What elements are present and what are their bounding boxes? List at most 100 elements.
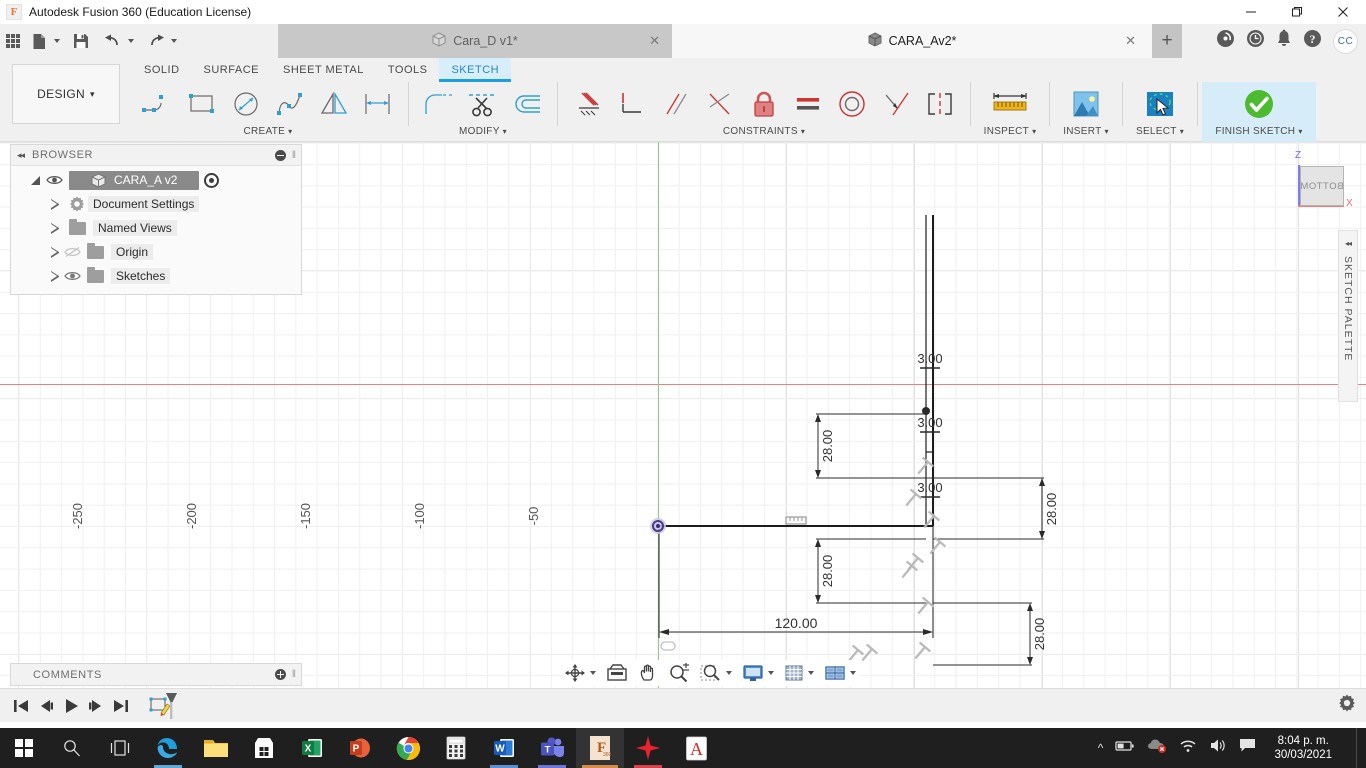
- collinear-icon[interactable]: [610, 83, 654, 125]
- expand-triangle-icon[interactable]: [51, 198, 60, 210]
- coincident-icon[interactable]: [566, 83, 610, 125]
- new-tab-button[interactable]: +: [1152, 24, 1182, 58]
- word-app[interactable]: W: [480, 728, 528, 768]
- wifi-icon[interactable]: [1179, 739, 1197, 758]
- antivirus-app[interactable]: [624, 728, 672, 768]
- add-comment-icon[interactable]: [274, 669, 286, 680]
- comments-panel[interactable]: COMMENTS ‖: [10, 663, 302, 686]
- expand-triangle-icon[interactable]: [51, 222, 60, 234]
- offset-icon[interactable]: [505, 83, 549, 125]
- powerpoint-app[interactable]: P: [336, 728, 384, 768]
- chrome-app[interactable]: [384, 728, 432, 768]
- browser-grip-icon[interactable]: ‖: [292, 150, 296, 161]
- step-back-icon[interactable]: [33, 689, 58, 723]
- start-button[interactable]: [0, 728, 48, 768]
- workspace-switcher-design[interactable]: DESIGN ▾: [12, 64, 120, 124]
- comments-grip-icon[interactable]: ‖: [292, 669, 296, 680]
- fillet-icon[interactable]: [417, 83, 461, 125]
- file-explorer-app[interactable]: [192, 728, 240, 768]
- visibility-eye-off-icon[interactable]: [64, 246, 81, 258]
- zoom-window-caret-icon[interactable]: [726, 671, 732, 675]
- circle-icon[interactable]: [224, 83, 268, 125]
- grid-snap-icon[interactable]: [782, 661, 806, 685]
- perpendicular-icon[interactable]: [698, 83, 742, 125]
- panel-modify-label[interactable]: MODIFY ▾: [413, 126, 553, 140]
- sketch-canvas[interactable]: -250 -200 -150 -100 -50 3.00 3.00 3.00 2…: [0, 142, 1366, 688]
- mirror-icon[interactable]: [312, 83, 356, 125]
- show-desktop-button[interactable]: [1356, 728, 1362, 768]
- go-to-beginning-icon[interactable]: [8, 689, 33, 723]
- sketch-palette-tab[interactable]: ◂◂ SKETCH PALETTE: [1338, 230, 1358, 402]
- play-icon[interactable]: [58, 689, 83, 723]
- browser-item-origin[interactable]: Origin: [11, 240, 301, 264]
- redo-icon[interactable]: [143, 24, 169, 58]
- visibility-eye-icon[interactable]: [64, 270, 81, 282]
- search-button[interactable]: [48, 728, 96, 768]
- new-document-icon[interactable]: [26, 24, 52, 58]
- undo-caret-icon[interactable]: [128, 39, 134, 43]
- notifications-icon[interactable]: [1276, 29, 1292, 53]
- undo-icon[interactable]: [100, 24, 126, 58]
- panel-finish-sketch-label[interactable]: FINISH SKETCH ▾: [1202, 126, 1316, 140]
- save-icon[interactable]: [68, 24, 94, 58]
- expand-triangle-icon[interactable]: [51, 270, 60, 282]
- help-icon[interactable]: ?: [1303, 29, 1322, 53]
- spline-icon[interactable]: [268, 83, 312, 125]
- sketch-dimension-icon[interactable]: [356, 83, 400, 125]
- display-mode-caret-icon[interactable]: [768, 671, 774, 675]
- document-tab-close-icon[interactable]: ✕: [649, 33, 660, 49]
- excel-app[interactable]: X: [288, 728, 336, 768]
- minimize-button[interactable]: [1228, 0, 1274, 24]
- panel-inspect-label[interactable]: INSPECT ▾: [975, 126, 1045, 140]
- ribbon-tab-tools[interactable]: TOOLS: [376, 58, 440, 82]
- browser-item-cara-a[interactable]: CARA_A v2: [11, 168, 301, 192]
- document-tab-cara-a[interactable]: CARA_Av2* ✕: [672, 24, 1152, 58]
- expand-triangle-icon[interactable]: [31, 175, 40, 185]
- document-tab-cara-d[interactable]: Cara_D v1* ✕: [278, 24, 672, 58]
- select-cursor-icon[interactable]: [1138, 83, 1182, 125]
- viewcube-face[interactable]: BOTTOM: [1300, 166, 1344, 206]
- new-document-caret-icon[interactable]: [54, 39, 60, 43]
- edge-app[interactable]: [144, 728, 192, 768]
- line-icon[interactable]: [136, 83, 180, 125]
- browser-minimize-icon[interactable]: [274, 149, 286, 161]
- browser-item-sketches[interactable]: Sketches: [11, 264, 301, 288]
- collapse-icon[interactable]: ◂◂: [1345, 239, 1352, 248]
- action-center-icon[interactable]: [1239, 738, 1256, 758]
- pan-icon[interactable]: [636, 661, 660, 685]
- onedrive-error-icon[interactable]: [1147, 738, 1167, 758]
- ribbon-tab-sheet-metal[interactable]: SHEET METAL: [271, 58, 376, 82]
- measure-icon[interactable]: [988, 83, 1032, 125]
- visibility-eye-icon[interactable]: [46, 174, 63, 186]
- document-tab-close-icon[interactable]: ✕: [1125, 33, 1136, 49]
- finish-sketch-check-icon[interactable]: [1237, 83, 1281, 125]
- ribbon-tab-surface[interactable]: SURFACE: [192, 58, 271, 82]
- panel-insert-label[interactable]: INSERT ▾: [1054, 126, 1118, 140]
- rectangle-icon[interactable]: [180, 83, 224, 125]
- browser-item-document-settings[interactable]: Document Settings: [11, 192, 301, 216]
- browser-item-named-views[interactable]: Named Views: [11, 216, 301, 240]
- app-grid-icon[interactable]: [0, 24, 26, 58]
- close-button[interactable]: [1320, 0, 1366, 24]
- viewports-caret-icon[interactable]: [850, 671, 856, 675]
- tangent-icon[interactable]: [874, 83, 918, 125]
- acrobat-reader-app[interactable]: A: [672, 728, 720, 768]
- step-forward-icon[interactable]: [83, 689, 108, 723]
- maximize-button[interactable]: [1274, 0, 1320, 24]
- panel-constraints-label[interactable]: CONSTRAINTS ▾: [562, 126, 966, 140]
- go-to-end-icon[interactable]: [108, 689, 133, 723]
- grid-snap-caret-icon[interactable]: [808, 671, 814, 675]
- volume-icon[interactable]: [1209, 738, 1227, 758]
- panel-select-label[interactable]: SELECT ▾: [1127, 126, 1193, 140]
- redo-caret-icon[interactable]: [171, 39, 177, 43]
- show-hidden-icons-button[interactable]: ^: [1098, 741, 1104, 755]
- viewports-icon[interactable]: [822, 661, 848, 685]
- equal-icon[interactable]: [786, 83, 830, 125]
- ribbon-tab-sketch[interactable]: SKETCH: [439, 58, 512, 82]
- insert-image-icon[interactable]: [1064, 83, 1108, 125]
- orbit-caret-icon[interactable]: [590, 671, 596, 675]
- display-mode-icon[interactable]: [740, 661, 766, 685]
- concentric-icon[interactable]: [830, 83, 874, 125]
- panel-finish-sketch[interactable]: FINISH SKETCH ▾: [1202, 82, 1316, 142]
- collapse-icon[interactable]: ◂◂: [17, 150, 25, 161]
